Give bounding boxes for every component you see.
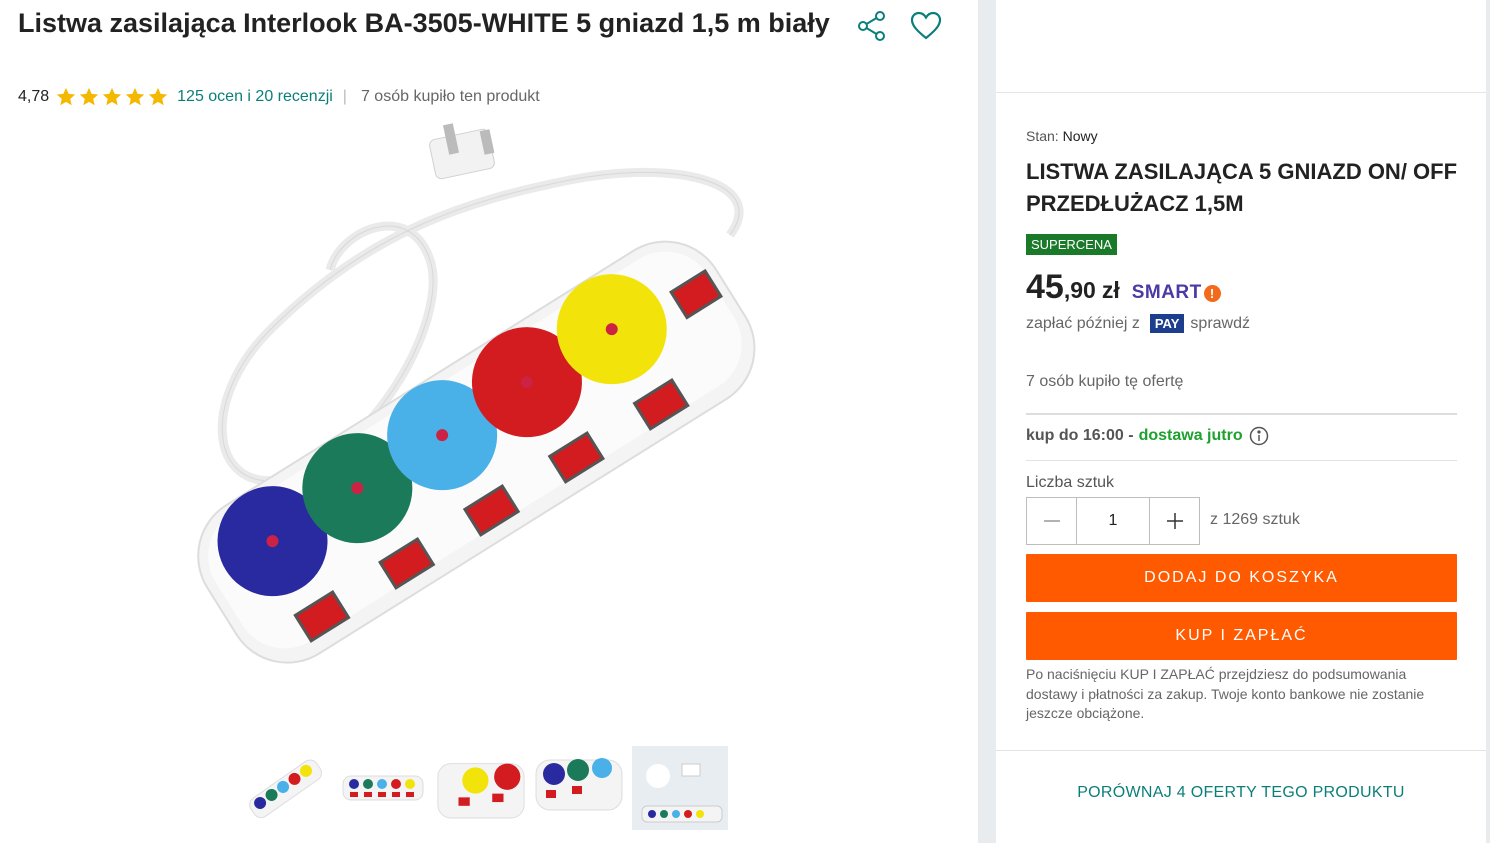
pay-later-check-link[interactable]: sprawdź (1190, 315, 1250, 333)
star-icon (147, 86, 169, 108)
star-icon (124, 86, 146, 108)
rating-score: 4,78 (18, 88, 50, 105)
pay-logo: PAY (1149, 314, 1185, 333)
star-icon (101, 86, 123, 108)
delivery-info: kup do 16:00 - dostawa jutro (1026, 426, 1269, 446)
buy-now-button[interactable]: KUP I ZAPŁAĆ (1026, 612, 1457, 660)
buy-now-note: Po naciśnięciu KUP I ZAPŁAĆ przejdziesz … (1026, 666, 1425, 721)
thumbnail-3[interactable] (436, 746, 526, 830)
thumbnail-2[interactable] (338, 746, 428, 830)
buyers-count: 7 osób kupiło ten produkt (360, 88, 540, 105)
rating-stars (55, 86, 169, 108)
delivery-tomorrow: dostawa jutro (1138, 427, 1243, 444)
main-product-image[interactable] (170, 120, 780, 730)
condition-value: Nowy (1062, 128, 1098, 144)
supercena-badge: SUPERCENA (1026, 234, 1117, 255)
star-icon (78, 86, 100, 108)
quantity-label: Liczba sztuk (1026, 474, 1115, 491)
price-currency: zł (1101, 277, 1120, 303)
minus-icon[interactable] (1027, 498, 1076, 544)
smart-icon: ! (1203, 284, 1221, 302)
divider: | (342, 88, 347, 105)
share-icon[interactable] (854, 8, 890, 44)
smart-logo: SMART ! (1132, 282, 1221, 304)
condition: Stan: Nowy (1026, 128, 1098, 144)
compare-offers-link[interactable]: PORÓWNAJ 4 OFERTY TEGO PRODUKTU (996, 784, 1486, 802)
heart-icon[interactable] (908, 8, 944, 44)
plus-icon[interactable] (1150, 498, 1199, 544)
product-gallery-column: Listwa zasilająca Interlook BA-3505-WHIT… (0, 0, 978, 843)
info-icon[interactable] (1249, 426, 1269, 446)
divider (1026, 413, 1457, 415)
delivery-deadline: kup do 16:00 - (1026, 427, 1134, 444)
pay-later: zapłać później z PAY sprawdź (1026, 314, 1250, 333)
product-title: Listwa zasilająca Interlook BA-3505-WHIT… (18, 8, 830, 38)
star-icon (55, 86, 77, 108)
add-to-cart-button[interactable]: DODAJ DO KOSZYKA (1026, 554, 1457, 602)
thumbnail-5[interactable] (632, 746, 728, 830)
smart-label: SMART (1131, 282, 1202, 303)
divider (1026, 460, 1457, 461)
thumbnail-1[interactable] (240, 746, 330, 830)
price-integer: 45 (1026, 268, 1064, 306)
reviews-link[interactable]: 125 ocen i 20 recenzji (177, 88, 333, 106)
title-actions (854, 8, 944, 44)
stock-count: z 1269 sztuk (1210, 511, 1300, 528)
quantity-stepper (1026, 497, 1200, 545)
price: 45 ,90 zł SMART ! (1026, 268, 1221, 307)
quantity-input[interactable] (1076, 498, 1150, 544)
divider (996, 750, 1486, 751)
column-gutter (978, 0, 996, 843)
thumbnail-4[interactable] (534, 746, 624, 830)
offer-title: LISTWA ZASILAJĄCA 5 GNIAZD ON/ OFF PRZED… (1026, 159, 1458, 216)
condition-label: Stan: (1026, 128, 1059, 144)
offer-buyers: 7 osób kupiło tę ofertę (1026, 373, 1184, 390)
offer-panel: Stan: Nowy LISTWA ZASILAJĄCA 5 GNIAZD ON… (996, 0, 1486, 843)
rating-row: 4,78 125 ocen i 20 recenzji | 7 osób kup… (18, 86, 540, 108)
thumbnail-strip (240, 746, 728, 830)
price-decimal: ,90 (1063, 277, 1096, 303)
pay-later-text: zapłać później z (1026, 314, 1140, 332)
offer-panel-header (996, 0, 1486, 93)
page-edge (1486, 0, 1490, 843)
